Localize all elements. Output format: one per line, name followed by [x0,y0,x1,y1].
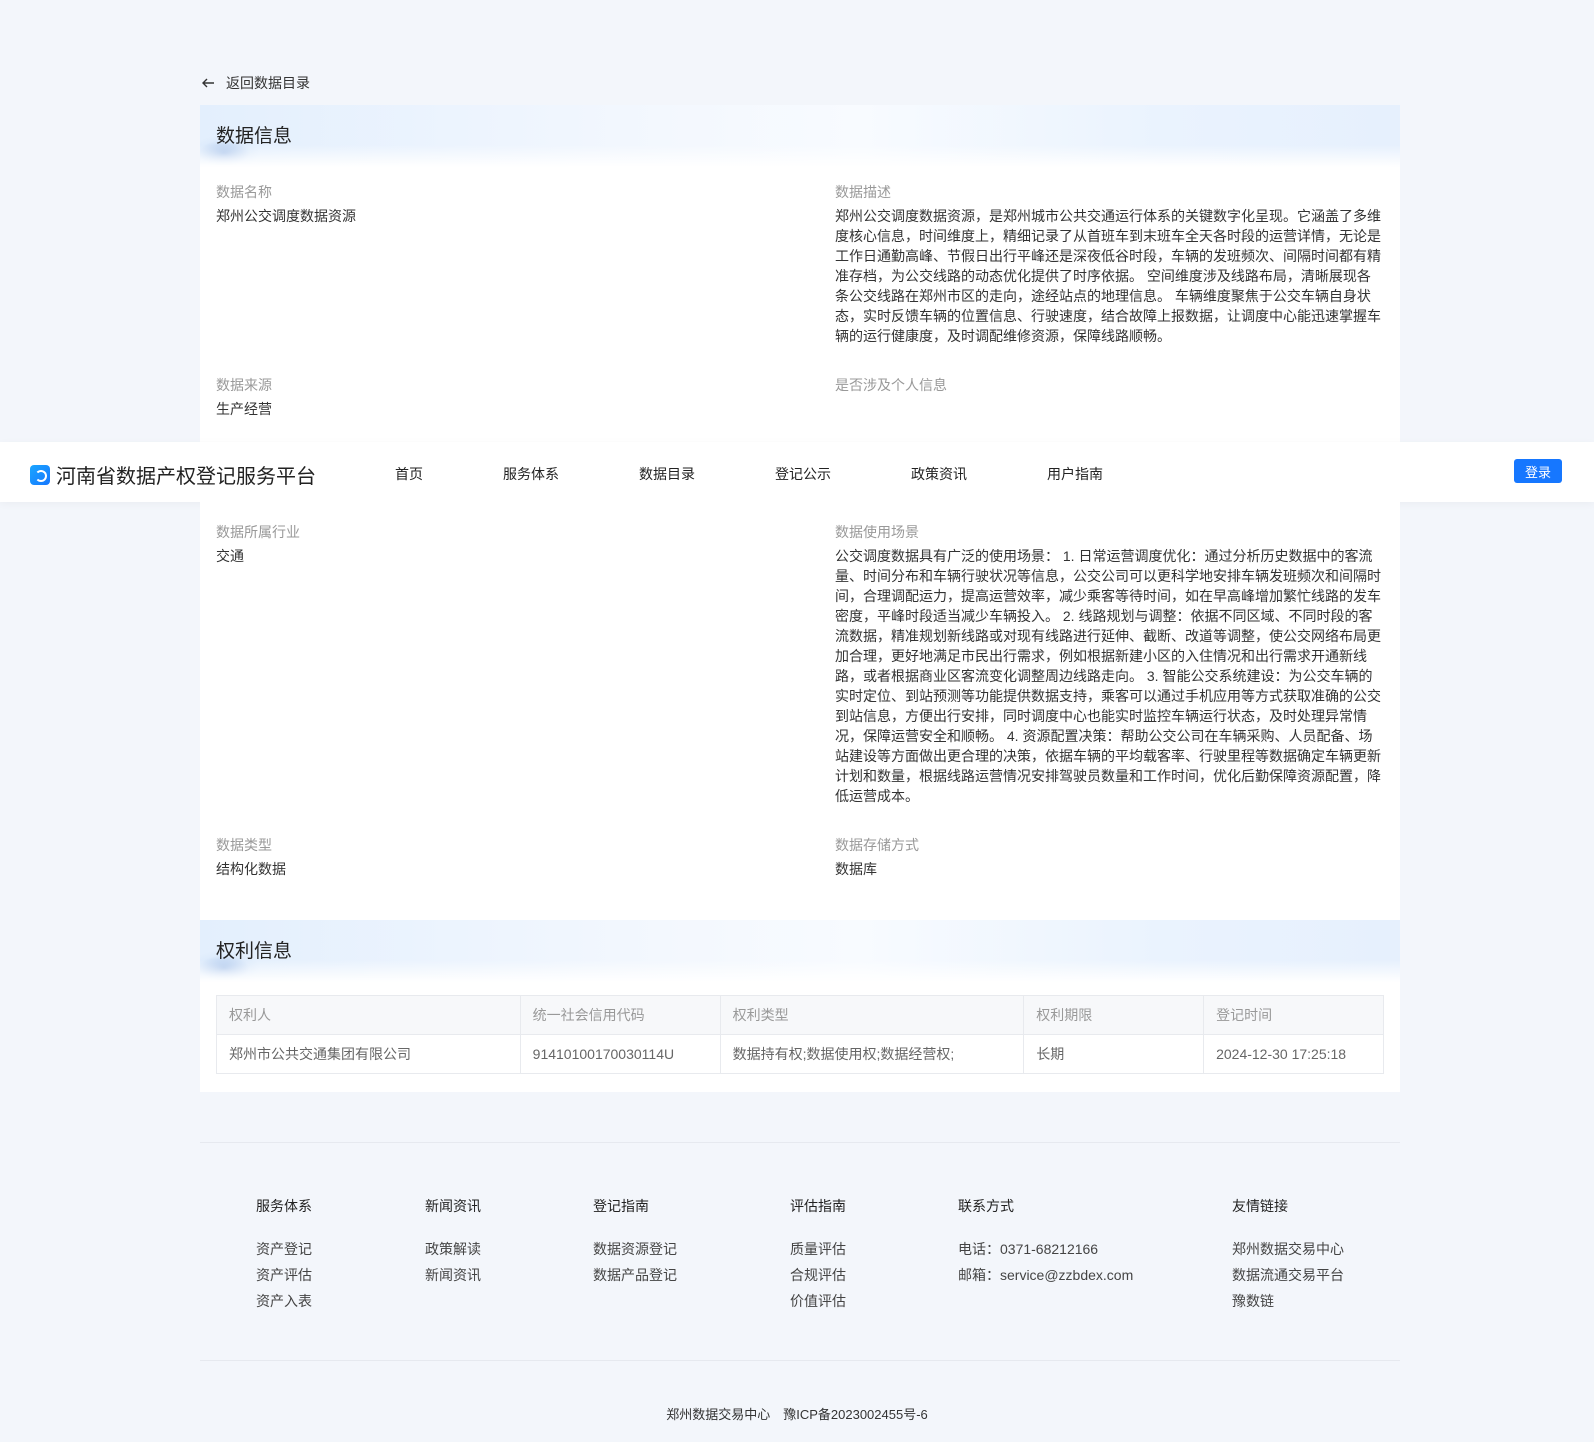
field-label-storage: 数据存储方式 [835,837,919,853]
footer-link[interactable]: 合规评估 [790,1262,846,1288]
field-label-name: 数据名称 [216,184,272,200]
footer-divider-bottom [200,1360,1400,1361]
footer-link[interactable]: 资产入表 [256,1288,312,1314]
footer-col-friend-links: 友情链接 郑州数据交易中心 数据流通交易平台 豫数链 [1232,1196,1344,1314]
footer-col-heading: 友情链接 [1232,1198,1288,1214]
nav-item-data-catalog[interactable]: 数据目录 [639,464,695,484]
rights-info-card: 权利信息 权利人 统一社会信用代码 权利类型 权利期限 登记时间 郑州市公共交通… [200,920,1400,1092]
footer-col-contact: 联系方式 电话：0371-68212166 邮箱：service@zzbdex.… [958,1196,1133,1288]
field-label-source: 数据来源 [216,377,272,393]
footer-link[interactable]: 新闻资讯 [425,1262,481,1288]
data-info-card-bottom: 数据所属行业 交通 数据使用场景 公交调度数据具有广泛的使用场景： 1. 日常运… [200,502,1400,920]
footer-link[interactable]: 数据资源登记 [593,1236,677,1262]
footer-col-evaluation-guide: 评估指南 质量评估 合规评估 价值评估 [790,1196,846,1314]
cell-rights-term: 长期 [1023,1034,1205,1074]
nav-item-services[interactable]: 服务体系 [503,464,559,484]
field-value-data-type: 结构化数据 [216,861,286,877]
footer-col-heading: 联系方式 [958,1198,1014,1214]
footer-col-heading: 登记指南 [593,1198,649,1214]
footer-col-heading: 评估指南 [790,1198,846,1214]
data-info-header: 数据信息 [200,105,1400,167]
section-title-rights-info: 权利信息 [216,941,293,962]
rights-info-header: 权利信息 [200,920,1400,982]
footer-col-heading: 新闻资讯 [425,1198,481,1214]
data-info-card-top: 数据信息 数据名称 郑州公交调度数据资源 数据描述 郑州公交调度数据资源，是郑州… [200,105,1400,442]
footer-link[interactable]: 数据流通交易平台 [1232,1262,1344,1288]
table-row: 郑州市公共交通集团有限公司 91410100170030114U 数据持有权;数… [216,1034,1384,1074]
field-value-source: 生产经营 [216,401,272,417]
top-nav-bar: 河南省数据产权登记服务平台 首页 服务体系 数据目录 登记公示 政策资讯 用户指… [0,442,1594,502]
field-label-desc: 数据描述 [835,184,891,200]
rights-table: 权利人 统一社会信用代码 权利类型 权利期限 登记时间 郑州市公共交通集团有限公… [216,995,1384,1074]
brand-name: 河南省数据产权登记服务平台 [56,466,316,488]
footer-col-heading: 服务体系 [256,1198,312,1214]
cell-credit-code: 91410100170030114U [519,1034,721,1074]
footer-contact-email[interactable]: 邮箱：service@zzbdex.com [958,1262,1133,1288]
table-header-row: 权利人 统一社会信用代码 权利类型 权利期限 登记时间 [216,995,1384,1035]
footer-contact-phone: 电话：0371-68212166 [958,1241,1099,1257]
footer-col-registration-guide: 登记指南 数据资源登记 数据产品登记 [593,1196,677,1288]
column-header: 权利人 [216,995,521,1035]
footer-divider-top [200,1142,1400,1143]
footer-link[interactable]: 政策解读 [425,1236,481,1262]
column-header: 权利期限 [1023,995,1205,1035]
footer-link[interactable]: 资产登记 [256,1236,312,1262]
field-value-name: 郑州公交调度数据资源 [216,208,356,224]
field-value-storage: 数据库 [835,861,877,877]
cell-registration-time: 2024-12-30 17:25:18 [1203,1034,1384,1074]
footer-link[interactable]: 质量评估 [790,1236,846,1262]
field-value-desc: 郑州公交调度数据资源，是郑州城市公共交通运行体系的关键数字化呈现。它涵盖了多维度… [835,208,1381,344]
footer-link[interactable]: 资产评估 [256,1262,312,1288]
field-value-usage-scene: 公交调度数据具有广泛的使用场景： 1. 日常运营调度优化：通过分析历史数据中的客… [835,548,1381,804]
column-header: 权利类型 [719,995,1025,1035]
back-link-label: 返回数据目录 [226,75,310,91]
field-label-usage-scene: 数据使用场景 [835,524,919,540]
cell-rights-type: 数据持有权;数据使用权;数据经营权; [719,1034,1025,1074]
field-value-industry: 交通 [216,548,244,564]
footer-link[interactable]: 豫数链 [1232,1288,1344,1314]
nav-item-registration-notice[interactable]: 登记公示 [775,464,831,484]
login-button[interactable]: 登录 [1514,459,1562,483]
arrow-left-icon [202,78,214,88]
cell-rights-holder: 郑州市公共交通集团有限公司 [216,1034,521,1074]
footer-link[interactable]: 价值评估 [790,1288,846,1314]
field-label-industry: 数据所属行业 [216,524,300,540]
section-title-data-info: 数据信息 [216,126,293,147]
footer-link[interactable]: 数据产品登记 [593,1262,677,1288]
column-header: 统一社会信用代码 [519,995,721,1035]
nav-item-home[interactable]: 首页 [395,464,423,484]
footer-col-services: 服务体系 资产登记 资产评估 资产入表 [256,1196,312,1314]
field-label-data-type: 数据类型 [216,837,272,853]
nav-item-user-guide[interactable]: 用户指南 [1047,464,1103,484]
field-label-personal-info: 是否涉及个人信息 [835,377,947,393]
logo-icon [30,464,50,485]
brand-logo[interactable]: 河南省数据产权登记服务平台 [30,460,316,489]
copyright-text: 郑州数据交易中心 豫ICP备2023002455号-6 [666,1407,928,1422]
back-to-catalog-link[interactable]: 返回数据目录 [200,73,310,93]
footer-link[interactable]: 郑州数据交易中心 [1232,1236,1344,1262]
column-header: 登记时间 [1203,995,1384,1035]
footer-col-news: 新闻资讯 政策解读 新闻资讯 [425,1196,481,1288]
nav-item-policy-news[interactable]: 政策资讯 [911,464,967,484]
